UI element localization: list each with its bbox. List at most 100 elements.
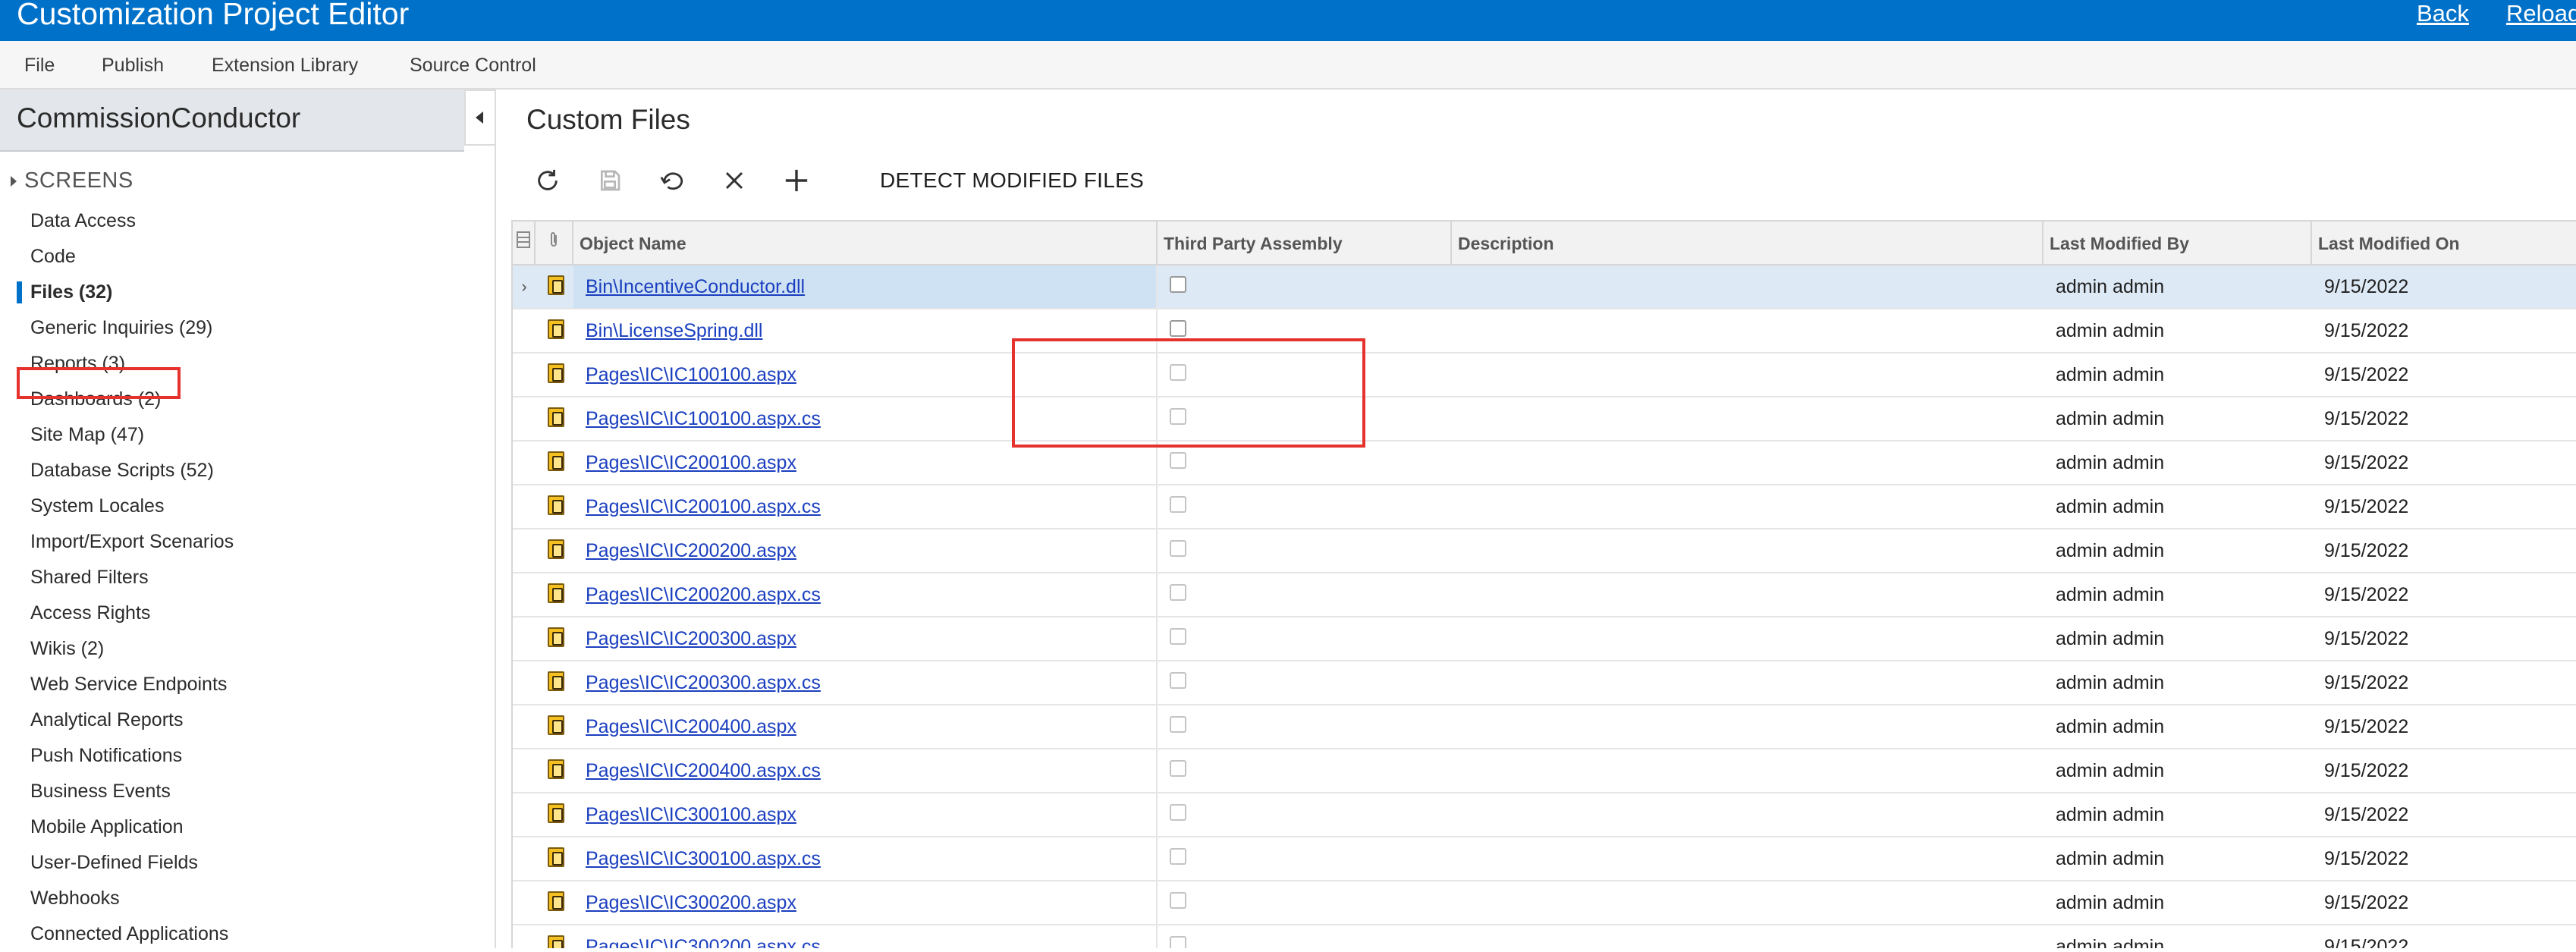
third-party-checkbox[interactable] — [1170, 584, 1186, 601]
row-expand-icon[interactable] — [513, 793, 536, 836]
sidebar-item-data-access[interactable]: Data Access — [0, 203, 495, 239]
sidebar-item-reports[interactable]: Reports (3) — [0, 346, 495, 382]
object-name-link[interactable]: Pages\IC\IC300200.aspx — [586, 892, 796, 913]
column-last-modified-by[interactable]: Last Modified By — [2044, 222, 2312, 265]
sidebar-item-generic-inquiries[interactable]: Generic Inquiries (29) — [0, 310, 495, 346]
column-description[interactable]: Description — [1452, 222, 2044, 265]
row-expand-icon[interactable] — [513, 749, 536, 792]
row-expand-icon[interactable] — [513, 661, 536, 704]
table-row[interactable]: Pages\IC\IC200300.aspx.cs admin admin 9/15… — [513, 661, 2576, 705]
table-row[interactable]: Pages\IC\IC100100.aspx admin admin 9/15/20… — [513, 353, 2576, 397]
object-name-link[interactable]: Pages\IC\IC200200.aspx.cs — [586, 584, 821, 605]
menu-source-control[interactable]: Source Control — [410, 53, 536, 77]
sidebar-item-dashboards[interactable]: Dashboards (2) — [0, 382, 495, 417]
sidebar-item-webhooks[interactable]: Webhooks — [0, 881, 495, 916]
undo-icon[interactable] — [651, 159, 693, 202]
row-expand-icon[interactable] — [513, 441, 536, 484]
object-name-link[interactable]: Pages\IC\IC100100.aspx — [586, 364, 796, 385]
table-row[interactable]: Pages\IC\IC300200.aspx admin admin 9/15/20… — [513, 881, 2576, 925]
detect-modified-files-button[interactable]: DETECT MODIFIED FILES — [880, 168, 1144, 193]
table-row[interactable]: Pages\IC\IC200100.aspx.cs admin admin 9/15… — [513, 485, 2576, 529]
third-party-checkbox[interactable] — [1170, 716, 1186, 733]
row-expand-icon[interactable] — [513, 925, 536, 948]
object-name-link[interactable]: Pages\IC\IC200100.aspx.cs — [586, 496, 821, 517]
object-name-link[interactable]: Pages\IC\IC200300.aspx — [586, 628, 796, 649]
table-row[interactable]: Bin\LicenseSpring.dll admin admin 9/15/202… — [513, 309, 2576, 353]
table-row[interactable]: Pages\IC\IC200100.aspx admin admin 9/15/20… — [513, 441, 2576, 485]
sidebar-item-access-rights[interactable]: Access Rights — [0, 595, 495, 631]
sidebar-item-import-export-scenarios[interactable]: Import/Export Scenarios — [0, 524, 495, 560]
table-row[interactable]: › Bin\IncentiveConductor.dll admin admin 9/… — [513, 265, 2576, 309]
third-party-checkbox[interactable] — [1170, 320, 1186, 337]
table-row[interactable]: Pages\IC\IC200200.aspx.cs admin admin 9/15… — [513, 573, 2576, 617]
table-row[interactable]: Pages\IC\IC300100.aspx admin admin 9/15/20… — [513, 793, 2576, 837]
menu-extension-library[interactable]: Extension Library — [212, 53, 358, 77]
row-expand-icon[interactable] — [513, 353, 536, 396]
sidebar-item-site-map[interactable]: Site Map (47) — [0, 417, 495, 453]
menu-file[interactable]: File — [24, 53, 55, 77]
third-party-checkbox[interactable] — [1170, 804, 1186, 821]
third-party-checkbox[interactable] — [1170, 628, 1186, 645]
plus-icon[interactable] — [775, 159, 818, 202]
row-expand-icon[interactable] — [513, 573, 536, 616]
row-expand-icon[interactable]: › — [513, 265, 536, 308]
sidebar-item-web-service-endpoints[interactable]: Web Service Endpoints — [0, 667, 495, 702]
third-party-checkbox[interactable] — [1170, 892, 1186, 909]
column-last-modified-on[interactable]: Last Modified On — [2312, 222, 2576, 265]
sidebar-section-screens[interactable]: SCREENS — [11, 168, 134, 196]
object-name-link[interactable]: Pages\IC\IC200100.aspx — [586, 452, 796, 473]
third-party-checkbox[interactable] — [1170, 540, 1186, 557]
third-party-checkbox[interactable] — [1170, 276, 1186, 293]
third-party-checkbox[interactable] — [1170, 760, 1186, 777]
third-party-checkbox[interactable] — [1170, 408, 1186, 425]
third-party-checkbox[interactable] — [1170, 452, 1186, 469]
sidebar-item-code[interactable]: Code — [0, 239, 495, 275]
close-icon[interactable] — [713, 159, 756, 202]
third-party-checkbox[interactable] — [1170, 496, 1186, 513]
third-party-checkbox[interactable] — [1170, 672, 1186, 689]
object-name-link[interactable]: Pages\IC\IC300100.aspx — [586, 804, 796, 825]
object-name-link[interactable]: Pages\IC\IC100100.aspx.cs — [586, 408, 821, 429]
table-row[interactable]: Pages\IC\IC100100.aspx.cs admin admin 9/15… — [513, 397, 2576, 441]
back-link[interactable]: Back — [2417, 0, 2469, 29]
column-settings-header[interactable] — [513, 222, 536, 265]
object-name-link[interactable]: Pages\IC\IC200300.aspx.cs — [586, 672, 821, 693]
table-row[interactable]: Pages\IC\IC200400.aspx.cs admin admin 9/15… — [513, 749, 2576, 793]
row-expand-icon[interactable] — [513, 309, 536, 352]
object-name-link[interactable]: Pages\IC\IC300100.aspx.cs — [586, 848, 821, 869]
sidebar-item-business-events[interactable]: Business Events — [0, 774, 495, 809]
sidebar-item-analytical-reports[interactable]: Analytical Reports — [0, 702, 495, 738]
sidebar-item-connected-applications[interactable]: Connected Applications — [0, 916, 495, 952]
sidebar-item-files[interactable]: Files (32) — [0, 275, 495, 310]
row-expand-icon[interactable] — [513, 529, 536, 572]
third-party-checkbox[interactable] — [1170, 848, 1186, 865]
sidebar-item-shared-filters[interactable]: Shared Filters — [0, 560, 495, 595]
row-expand-icon[interactable] — [513, 837, 536, 880]
sidebar-item-database-scripts[interactable]: Database Scripts (52) — [0, 453, 495, 489]
collapse-sidebar-button[interactable] — [464, 90, 496, 146]
object-name-link[interactable]: Bin\IncentiveConductor.dll — [586, 276, 805, 297]
third-party-checkbox[interactable] — [1170, 364, 1186, 381]
menu-publish[interactable]: Publish — [102, 53, 164, 77]
table-row[interactable]: Pages\IC\IC300100.aspx.cs admin admin 9/15… — [513, 837, 2576, 881]
object-name-link[interactable]: Pages\IC\IC300200.aspx.cs — [586, 936, 821, 948]
object-name-link[interactable]: Pages\IC\IC200400.aspx.cs — [586, 760, 821, 781]
row-expand-icon[interactable] — [513, 485, 536, 528]
row-expand-icon[interactable] — [513, 881, 536, 924]
row-expand-icon[interactable] — [513, 705, 536, 748]
sidebar-item-mobile-application[interactable]: Mobile Application — [0, 809, 495, 845]
sidebar-item-system-locales[interactable]: System Locales — [0, 489, 495, 524]
table-row[interactable]: Pages\IC\IC200200.aspx admin admin 9/15/20… — [513, 529, 2576, 573]
row-expand-icon[interactable] — [513, 397, 536, 440]
table-row[interactable]: Pages\IC\IC200400.aspx admin admin 9/15/20… — [513, 705, 2576, 749]
row-expand-icon[interactable] — [513, 617, 536, 660]
third-party-checkbox[interactable] — [1170, 936, 1186, 948]
reload-link[interactable]: Reload — [2506, 0, 2576, 29]
sidebar-item-wikis[interactable]: Wikis (2) — [0, 631, 495, 667]
column-object-name[interactable]: Object Name — [573, 222, 1158, 265]
sidebar-item-user-defined-fields[interactable]: User-Defined Fields — [0, 845, 495, 881]
column-third-party-assembly[interactable]: Third Party Assembly — [1158, 222, 1452, 265]
object-name-link[interactable]: Bin\LicenseSpring.dll — [586, 320, 762, 341]
save-icon[interactable] — [589, 159, 631, 202]
table-row[interactable]: Pages\IC\IC200300.aspx admin admin 9/15/20… — [513, 617, 2576, 661]
